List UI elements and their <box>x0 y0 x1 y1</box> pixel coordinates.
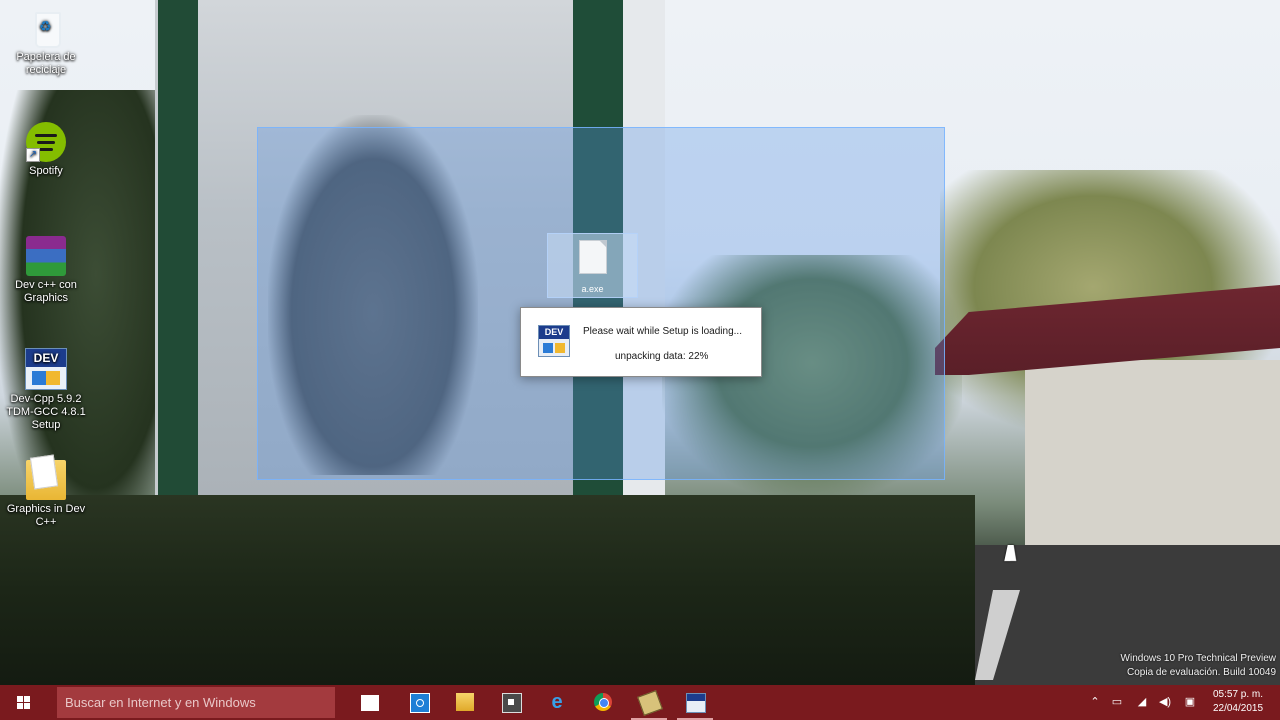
task-view-icon <box>361 695 379 711</box>
watermark-line-1: Windows 10 Pro Technical Preview <box>1120 653 1276 664</box>
clock-date: 22/04/2015 <box>1212 703 1264 714</box>
notification-icon[interactable]: ▣ <box>1183 695 1197 709</box>
spotify-icon: ↗ <box>26 122 66 162</box>
wallpaper-canopy <box>935 285 1280 375</box>
devcpp-icon: DEV <box>538 325 570 357</box>
system-tray: ⌃ ▭ ◢ ◀) ▣ <box>1085 685 1200 720</box>
devcpp-icon <box>686 693 706 713</box>
desktop-icon-dev-cpp-graphics[interactable]: Dev c++ con Graphics <box>0 236 92 305</box>
taskbar-clock[interactable]: 05:57 p. m. 22/04/2015 <box>1203 688 1273 716</box>
devcpp-setup-icon: DEV <box>25 348 67 390</box>
wallpaper-pillar <box>158 0 198 535</box>
app-window-icon <box>502 693 522 713</box>
folder-icon <box>26 460 66 500</box>
desktop-icon-recycle-bin[interactable]: Papelera de reciclaje <box>0 8 92 77</box>
drag-selection-rectangle <box>257 127 945 480</box>
windows-build-watermark: Windows 10 Pro Technical Preview Copia d… <box>1121 652 1276 680</box>
signal-icon[interactable]: ◢ <box>1135 695 1149 709</box>
recycle-bin-icon <box>26 8 66 48</box>
wallpaper-hedge <box>0 495 975 685</box>
wallpaper-curb <box>975 590 1020 680</box>
wallpaper-trees <box>940 170 1280 430</box>
desktop-icon-label: Spotify <box>29 165 63 177</box>
desktop-icon-label: Dev c++ con Graphics <box>15 279 77 304</box>
taskbar: Buscar en Internet y en Windows e ⌃ ▭ ◢ … <box>0 685 1280 720</box>
setup-loading-message: Please wait while Setup is loading... <box>583 326 742 337</box>
wallpaper-wall <box>1025 360 1280 550</box>
windows-logo-icon <box>17 696 30 709</box>
search-box[interactable]: Buscar en Internet y en Windows <box>57 687 335 718</box>
network-icon[interactable]: ▭ <box>1110 695 1124 709</box>
desktop-icon-label: Papelera de reciclaje <box>16 51 76 76</box>
desktop-icon-dev-cpp-setup[interactable]: DEV Dev-Cpp 5.9.2 TDM-GCC 4.8.1 Setup <box>0 348 92 432</box>
winrar-archive-icon <box>26 236 66 276</box>
dragged-file-label: a.exe <box>581 284 604 294</box>
package-icon <box>637 690 663 716</box>
watermark-line-2: Copia de evaluación. Build 10049 <box>1127 667 1276 678</box>
dragged-file[interactable]: a.exe <box>547 233 638 298</box>
shortcut-arrow-icon: ↗ <box>26 148 40 162</box>
volume-icon[interactable]: ◀) <box>1158 695 1172 709</box>
setup-unpack-status: unpacking data: 22% <box>615 351 709 362</box>
taskbar-button-installer-package[interactable] <box>627 685 671 720</box>
setup-loading-dialog[interactable]: DEV Please wait while Setup is loading..… <box>520 307 762 377</box>
chrome-icon <box>594 693 612 711</box>
desktop-icon-graphics-folder[interactable]: Graphics in Dev C++ <box>0 460 92 529</box>
desktop-icon-label: Dev-Cpp 5.9.2 TDM-GCC 4.8.1 Setup <box>6 393 86 431</box>
taskbar-button-devcpp-setup[interactable] <box>673 685 717 720</box>
store-icon <box>410 693 430 713</box>
internet-explorer-icon: e <box>551 691 563 713</box>
desktop-icon-label: Graphics in Dev C++ <box>6 503 86 528</box>
taskbar-button-app[interactable] <box>489 685 533 720</box>
taskbar-button-store[interactable] <box>397 685 441 720</box>
desktop-icon-spotify[interactable]: ↗ Spotify <box>0 122 92 178</box>
taskbar-button-chrome[interactable] <box>581 685 625 720</box>
file-icon <box>579 240 607 274</box>
taskbar-button-internet-explorer[interactable]: e <box>535 685 579 720</box>
folder-icon <box>456 693 474 711</box>
taskbar-button-file-explorer[interactable] <box>443 685 487 720</box>
clock-time: 05:57 p. m. <box>1212 689 1264 700</box>
taskbar-button-task-view[interactable] <box>348 685 392 720</box>
chevron-up-icon[interactable]: ⌃ <box>1088 695 1102 709</box>
mouse-cursor-icon <box>1004 545 1020 561</box>
start-button[interactable] <box>0 685 48 720</box>
